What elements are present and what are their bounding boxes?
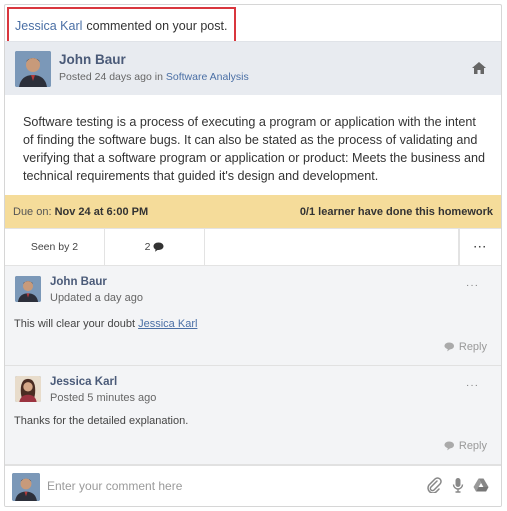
avatar[interactable] [15, 51, 51, 87]
post-header: John Baur Posted 24 days ago in Software… [5, 41, 501, 95]
comment-text-body: Thanks for the detailed explanation. [14, 415, 189, 427]
reply-button[interactable]: Reply [444, 341, 487, 353]
comment-input[interactable] [47, 474, 407, 498]
mention-link[interactable]: Jessica Karl [138, 318, 197, 330]
reply-label: Reply [458, 341, 487, 353]
notification-actor[interactable]: Jessica Karl [15, 19, 82, 33]
comment-author[interactable]: Jessica Karl [50, 376, 117, 388]
due-value: Nov 24 at 6:00 PM [54, 205, 149, 218]
avatar [12, 473, 40, 501]
post-actions: Seen by 2 2 ··· [5, 228, 501, 266]
notification[interactable]: Jessica Karl commented on your post. [7, 7, 236, 44]
post-meta: Posted 24 days ago in Software Analysis [59, 71, 249, 83]
reply-label: Reply [458, 440, 487, 452]
due-bar: Due on: Nov 24 at 6:00 PM 0/1 learner ha… [5, 195, 501, 228]
more-icon[interactable]: ··· [466, 380, 479, 391]
comments-button[interactable]: 2 [105, 229, 205, 265]
homework-progress: 0/1 learner have done this homework [299, 205, 493, 218]
comment-count: 2 [144, 241, 151, 253]
comment-icon [153, 242, 164, 252]
notification-message: commented on your post. [86, 18, 228, 33]
reply-button[interactable]: Reply [444, 440, 487, 452]
comment-text-body: This will clear your doubt [14, 318, 136, 330]
comment-author[interactable]: John Baur [50, 276, 107, 288]
post-category[interactable]: Software Analysis [166, 71, 249, 83]
seen-by-button[interactable]: Seen by 2 [5, 229, 105, 265]
comment-item: John Baur Updated a day ago ··· This wil… [5, 266, 501, 366]
comment-text: Thanks for the detailed explanation. [14, 415, 188, 427]
home-icon[interactable] [471, 61, 487, 75]
post-in: in [154, 71, 163, 83]
comment-text: This will clear your doubt Jessica Karl [14, 318, 197, 330]
post-author[interactable]: John Baur [59, 52, 126, 67]
actions-spacer [205, 229, 459, 265]
more-icon[interactable]: ··· [466, 280, 479, 291]
avatar[interactable] [15, 276, 41, 302]
drive-icon[interactable] [473, 477, 489, 493]
avatar[interactable] [15, 376, 41, 402]
paperclip-icon[interactable] [426, 477, 442, 493]
reply-icon [444, 441, 454, 451]
due-label: Due on: [13, 205, 52, 218]
due-date: Due on: Nov 24 at 6:00 PM [13, 206, 148, 218]
post-card: Jessica Karl commented on your post. Joh… [4, 4, 502, 507]
post-body: Software testing is a process of executi… [23, 115, 486, 183]
comment-composer [5, 465, 501, 506]
reply-icon [444, 342, 454, 352]
comment-time: Posted 5 minutes ago [50, 392, 157, 404]
post-time: Posted 24 days ago [59, 71, 152, 83]
comment-item: Jessica Karl Posted 5 minutes ago ··· Th… [5, 366, 501, 465]
more-icon[interactable]: ··· [459, 229, 501, 265]
comment-time: Updated a day ago [50, 292, 143, 304]
microphone-icon[interactable] [450, 477, 466, 493]
